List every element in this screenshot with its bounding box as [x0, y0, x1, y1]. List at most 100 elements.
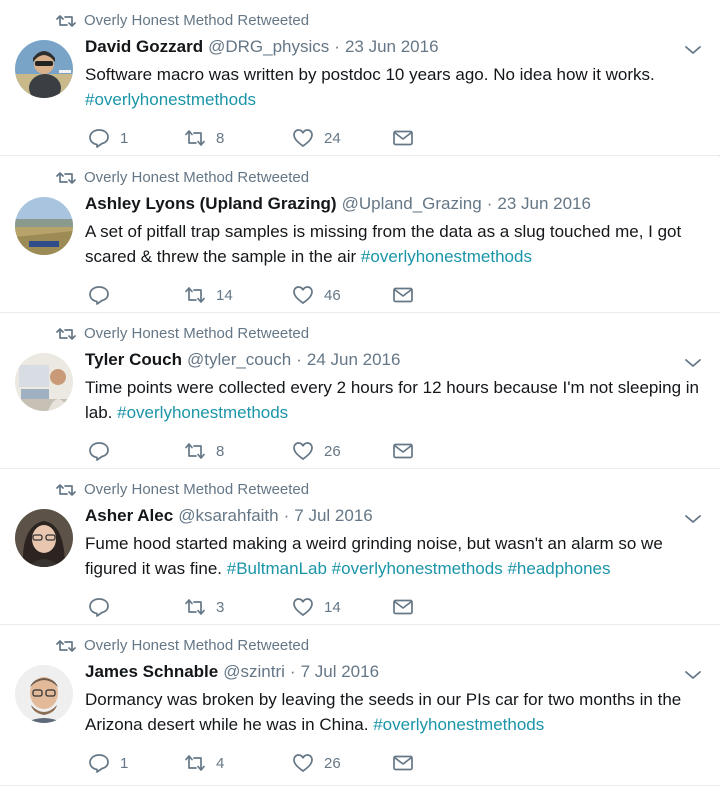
direct-message-button[interactable]	[392, 597, 422, 617]
author-handle[interactable]: @tyler_couch	[187, 350, 291, 370]
retweet-icon	[184, 128, 206, 148]
like-count: 26	[324, 442, 341, 460]
tweet-header: Asher Alec @ksarahfaith · 7 Jul 2016	[85, 506, 373, 526]
heart-icon	[292, 597, 314, 617]
retweet-count: 4	[216, 754, 225, 772]
reply-icon	[88, 753, 110, 773]
like-button[interactable]: 46	[292, 285, 392, 305]
heart-icon	[292, 128, 314, 148]
tweet-actions: 8 26	[88, 439, 422, 463]
avatar[interactable]	[15, 353, 73, 411]
hashtag-link[interactable]: #overlyhonestmethods	[373, 715, 544, 734]
direct-message-button[interactable]	[392, 128, 422, 148]
retweet-label[interactable]: Overly Honest Method Retweeted	[84, 325, 309, 342]
like-button[interactable]: 14	[292, 597, 392, 617]
retweet-button[interactable]: 8	[184, 128, 292, 148]
author-name[interactable]: Tyler Couch	[85, 350, 182, 370]
retweet-count: 8	[216, 442, 225, 460]
direct-message-button[interactable]	[392, 285, 422, 305]
avatar[interactable]	[15, 665, 73, 723]
author-name[interactable]: Ashley Lyons (Upland Grazing)	[85, 194, 337, 214]
like-count: 14	[324, 598, 341, 616]
retweet-count: 14	[216, 286, 233, 304]
author-handle[interactable]: @DRG_physics	[208, 37, 329, 57]
reply-button[interactable]: 1	[88, 128, 184, 148]
hashtag-link[interactable]: #overlyhonestmethods	[332, 559, 503, 578]
heart-icon	[292, 285, 314, 305]
author-name[interactable]: Asher Alec	[85, 506, 173, 526]
retweet-icon	[56, 638, 76, 654]
tweet[interactable]: Overly Honest Method Retweeted James Sch…	[0, 625, 720, 786]
retweet-icon	[184, 441, 206, 461]
avatar[interactable]	[15, 509, 73, 567]
tweet-date[interactable]: 23 Jun 2016	[345, 37, 439, 57]
author-handle[interactable]: @szintri	[223, 662, 285, 682]
author-handle[interactable]: @Upland_Grazing	[342, 194, 482, 214]
tweet[interactable]: Overly Honest Method Retweeted Ashley Ly…	[0, 157, 720, 313]
tweet-header: David Gozzard @DRG_physics · 23 Jun 2016	[85, 37, 439, 57]
tweet[interactable]: Overly Honest Method Retweeted Tyler Cou…	[0, 313, 720, 469]
retweet-context: Overly Honest Method Retweeted	[56, 637, 309, 654]
tweet-date[interactable]: 23 Jun 2016	[497, 194, 591, 214]
reply-button[interactable]	[88, 597, 184, 617]
author-handle[interactable]: @ksarahfaith	[178, 506, 278, 526]
chevron-down-icon[interactable]	[684, 513, 702, 525]
tweet-date[interactable]: 7 Jul 2016	[294, 506, 372, 526]
like-button[interactable]: 24	[292, 128, 392, 148]
hashtag-link[interactable]: #overlyhonestmethods	[361, 247, 532, 266]
tweet-date[interactable]: 24 Jun 2016	[307, 350, 401, 370]
like-button[interactable]: 26	[292, 441, 392, 461]
retweet-icon	[56, 170, 76, 186]
tweet-header: Ashley Lyons (Upland Grazing) @Upland_Gr…	[85, 194, 591, 214]
tweet-actions: 14 46	[88, 283, 422, 307]
reply-button[interactable]	[88, 441, 184, 461]
like-count: 24	[324, 129, 341, 147]
direct-message-button[interactable]	[392, 753, 422, 773]
avatar[interactable]	[15, 197, 73, 255]
hashtag-link[interactable]: #BultmanLab	[227, 559, 327, 578]
retweet-context: Overly Honest Method Retweeted	[56, 481, 309, 498]
retweet-button[interactable]: 8	[184, 441, 292, 461]
retweet-context: Overly Honest Method Retweeted	[56, 325, 309, 342]
direct-message-button[interactable]	[392, 441, 422, 461]
tweet[interactable]: Overly Honest Method Retweeted Asher Ale…	[0, 469, 720, 625]
retweet-icon	[56, 326, 76, 342]
heart-icon	[292, 441, 314, 461]
chevron-down-icon[interactable]	[684, 357, 702, 369]
retweet-button[interactable]: 14	[184, 285, 292, 305]
hashtag-link[interactable]: #overlyhonestmethods	[85, 90, 256, 109]
reply-count: 1	[120, 129, 129, 147]
retweet-icon	[184, 285, 206, 305]
retweet-icon	[184, 753, 206, 773]
reply-button[interactable]	[88, 285, 184, 305]
avatar[interactable]	[15, 40, 73, 98]
separator-dot: ·	[334, 37, 340, 56]
retweet-label[interactable]: Overly Honest Method Retweeted	[84, 12, 309, 29]
chevron-down-icon[interactable]	[684, 44, 702, 56]
author-name[interactable]: David Gozzard	[85, 37, 203, 57]
heart-icon	[292, 753, 314, 773]
author-name[interactable]: James Schnable	[85, 662, 218, 682]
separator-dot: ·	[486, 194, 493, 213]
tweet[interactable]: Overly Honest Method Retweeted David Goz…	[0, 0, 720, 156]
retweet-icon	[56, 13, 76, 29]
retweet-label[interactable]: Overly Honest Method Retweeted	[84, 169, 309, 186]
like-count: 46	[324, 286, 341, 304]
chevron-down-icon[interactable]	[684, 669, 702, 681]
hashtag-link[interactable]: #overlyhonestmethods	[117, 403, 288, 422]
retweet-context: Overly Honest Method Retweeted	[56, 12, 309, 29]
reply-button[interactable]: 1	[88, 753, 184, 773]
retweet-label[interactable]: Overly Honest Method Retweeted	[84, 637, 309, 654]
hashtag-link[interactable]: #headphones	[507, 559, 610, 578]
retweet-label[interactable]: Overly Honest Method Retweeted	[84, 481, 309, 498]
retweet-button[interactable]: 4	[184, 753, 292, 773]
separator-dot: ·	[296, 350, 302, 369]
tweet-date[interactable]: 7 Jul 2016	[301, 662, 379, 682]
envelope-icon	[392, 597, 414, 617]
reply-icon	[88, 597, 110, 617]
retweet-button[interactable]: 3	[184, 597, 292, 617]
reply-icon	[88, 441, 110, 461]
reply-icon	[88, 128, 110, 148]
like-button[interactable]: 26	[292, 753, 392, 773]
envelope-icon	[392, 128, 414, 148]
